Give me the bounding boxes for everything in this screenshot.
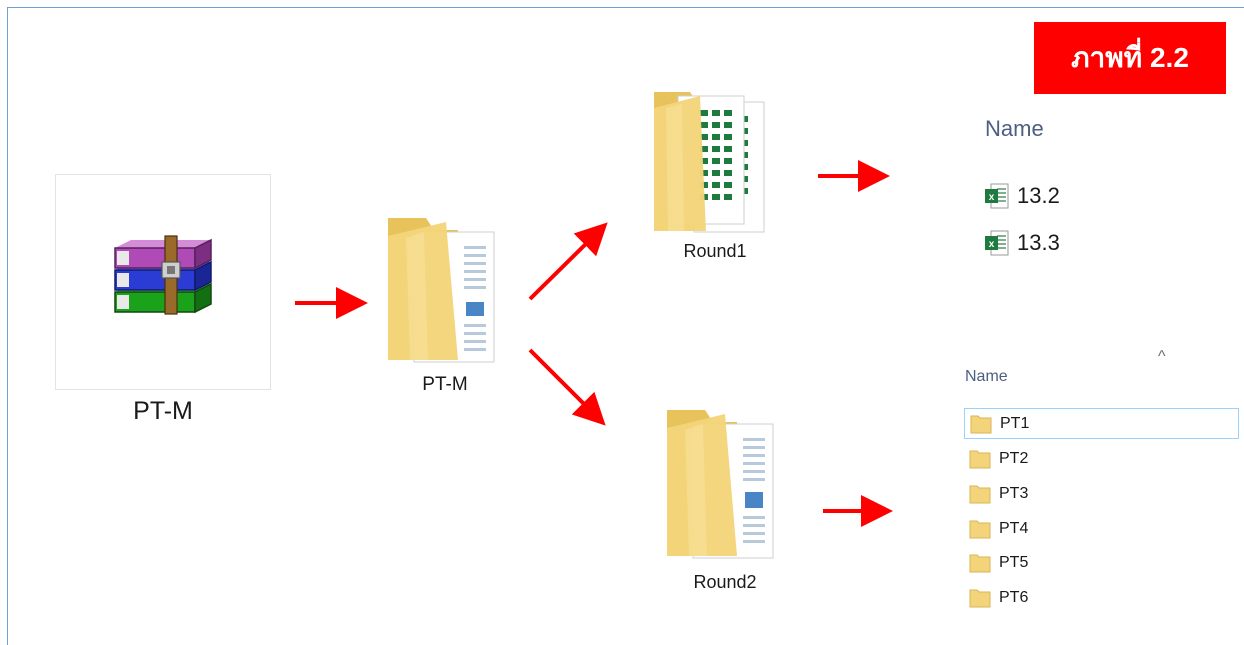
file-name: 13.3 — [1017, 230, 1060, 255]
arrow-folder-to-round1 — [528, 222, 608, 301]
folder-name: PT4 — [999, 519, 1029, 537]
list-item[interactable]: PT6 — [964, 582, 1239, 613]
diagram-canvas: ภาพที่ 2.2 PT-M PT-M Round1 Round2 Name … — [0, 0, 1244, 645]
folder-icon — [969, 554, 991, 572]
list-item[interactable]: PT5 — [964, 547, 1239, 578]
folder-icon — [969, 520, 991, 538]
folder-name: PT1 — [1000, 414, 1030, 432]
list-item[interactable]: x 13.2 — [985, 181, 1060, 211]
list-item[interactable]: PT3 — [964, 478, 1239, 509]
list-item[interactable]: PT1 — [964, 408, 1239, 439]
file-name: 13.2 — [1017, 183, 1060, 208]
list-item[interactable]: PT4 — [964, 513, 1239, 544]
svg-text:x: x — [989, 192, 995, 203]
list-item[interactable]: PT2 — [964, 443, 1239, 474]
folder-name: PT6 — [999, 588, 1029, 606]
excel-file-icon: x — [985, 183, 1009, 209]
folder-icon — [970, 415, 992, 433]
folder-icon — [969, 450, 991, 468]
excel-file-icon: x — [985, 230, 1009, 256]
round1-name-column-header[interactable]: Name — [985, 116, 1044, 142]
sort-ascending-icon[interactable]: ^ — [1158, 348, 1166, 366]
arrow-folder-to-round2 — [528, 348, 606, 426]
svg-text:x: x — [989, 239, 995, 250]
folder-name: PT3 — [999, 484, 1029, 502]
folder-name: PT2 — [999, 449, 1029, 467]
folder-icon — [969, 589, 991, 607]
folder-name: PT5 — [999, 553, 1029, 571]
round2-name-column-header[interactable]: Name — [965, 368, 1008, 386]
folder-icon — [969, 485, 991, 503]
list-item[interactable]: x 13.3 — [985, 228, 1060, 258]
